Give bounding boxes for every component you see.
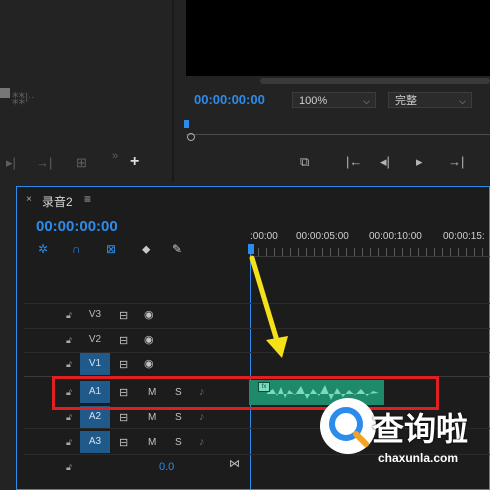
panel-menu-icon[interactable]: ≡ xyxy=(84,192,91,206)
more-controls-icon[interactable]: » xyxy=(112,150,118,162)
add-marker-icon[interactable]: ⬥ xyxy=(142,242,150,257)
track-v1-label[interactable]: V1 xyxy=(80,353,110,375)
lock-icon[interactable]: 🔓︎ xyxy=(66,359,72,370)
export-frame-icon[interactable]: ⧉ xyxy=(300,154,309,170)
track-v2-label[interactable]: V2 xyxy=(80,329,110,351)
toggle-sync-icon[interactable]: ⊟ xyxy=(119,436,128,449)
chevron-down-icon: ⌵ xyxy=(459,96,466,106)
panel-resize-handle[interactable] xyxy=(0,88,10,98)
master-volume-value[interactable]: 0.0 xyxy=(159,461,174,473)
zoom-select[interactable]: 100% ⌵ xyxy=(292,92,376,108)
step-back-icon[interactable]: ◂| xyxy=(380,154,390,170)
play-icon[interactable]: ▸ xyxy=(416,154,423,170)
eye-icon[interactable]: ◉ xyxy=(144,308,154,321)
step-icon[interactable]: ·|·· xyxy=(22,92,35,103)
nest-sequence-icon[interactable]: ✲ xyxy=(38,242,48,256)
watermark-logo-icon xyxy=(320,398,376,454)
microphone-icon[interactable]: ♪ xyxy=(199,436,205,448)
source-monitor-panel xyxy=(0,0,174,182)
program-scrollbar[interactable] xyxy=(260,78,490,84)
track-v3-label[interactable]: V3 xyxy=(80,304,110,326)
snap-icon[interactable]: ∩ xyxy=(72,242,81,256)
program-playhead[interactable] xyxy=(184,120,189,128)
ruler-label: 00:00:05:00 xyxy=(296,231,349,242)
solo-button[interactable]: S xyxy=(175,412,182,423)
chevron-down-icon: ⌵ xyxy=(363,96,370,106)
lock-icon[interactable]: 🔓︎ xyxy=(66,412,72,423)
mute-button[interactable]: M xyxy=(148,412,156,423)
eye-icon[interactable]: ◉ xyxy=(144,357,154,370)
toggle-sync-icon[interactable]: ⊟ xyxy=(119,358,128,371)
zoom-select-value: 100% xyxy=(299,95,328,107)
watermark-url: chaxunla.com xyxy=(378,451,459,465)
toggle-sync-icon[interactable]: ⊟ xyxy=(119,334,128,347)
sequence-tab-label[interactable]: 录音2 xyxy=(42,193,73,210)
quality-select[interactable]: 完整 ⌵ xyxy=(388,92,472,108)
insert-icon[interactable]: ⊞ xyxy=(76,155,87,171)
wrench-icon[interactable]: ✎ xyxy=(172,242,182,256)
solo-button[interactable]: S xyxy=(175,437,182,448)
quality-select-value: 完整 xyxy=(395,95,417,107)
microphone-icon[interactable]: ♪ xyxy=(199,411,205,423)
add-button-icon[interactable]: + xyxy=(130,153,139,171)
lock-icon[interactable]: 🔓︎ xyxy=(66,335,72,346)
toggle-sync-icon[interactable]: ⊟ xyxy=(119,309,128,322)
play-icon[interactable]: ▸| xyxy=(6,155,16,171)
ruler-label: :00:00 xyxy=(250,231,278,242)
go-to-in-icon[interactable]: |← xyxy=(346,154,362,169)
lock-icon[interactable]: 🔓︎ xyxy=(66,310,72,321)
mute-button[interactable]: M xyxy=(148,437,156,448)
lock-icon[interactable]: 🔓︎ xyxy=(66,462,72,473)
watermark-brand: 查询啦 xyxy=(372,411,469,447)
step-forward-icon[interactable]: →| xyxy=(36,155,52,170)
lock-icon[interactable]: 🔓︎ xyxy=(66,437,72,448)
program-timecode[interactable]: 00:00:00:00 xyxy=(194,92,265,107)
program-mini-ruler[interactable] xyxy=(186,124,490,135)
linked-selection-icon[interactable]: ⊠ xyxy=(106,242,116,256)
track-a3-label[interactable]: A3 xyxy=(80,431,110,453)
ruler-label: 00:00:10:00 xyxy=(369,231,422,242)
toggle-sync-icon[interactable]: ⊟ xyxy=(119,411,128,424)
program-video-frame xyxy=(186,0,490,76)
timeline-timecode[interactable]: 00:00:00:00 xyxy=(36,218,118,235)
ruler-label: 00:00:15: xyxy=(443,231,485,242)
eye-icon[interactable]: ◉ xyxy=(144,333,154,346)
step-forward-icon[interactable]: →| xyxy=(448,154,464,169)
close-icon[interactable]: × xyxy=(26,194,32,205)
program-zoom-handle[interactable] xyxy=(187,133,195,141)
arrow-annotation-icon xyxy=(249,255,288,358)
go-to-end-icon[interactable]: ⋈ xyxy=(229,457,240,470)
